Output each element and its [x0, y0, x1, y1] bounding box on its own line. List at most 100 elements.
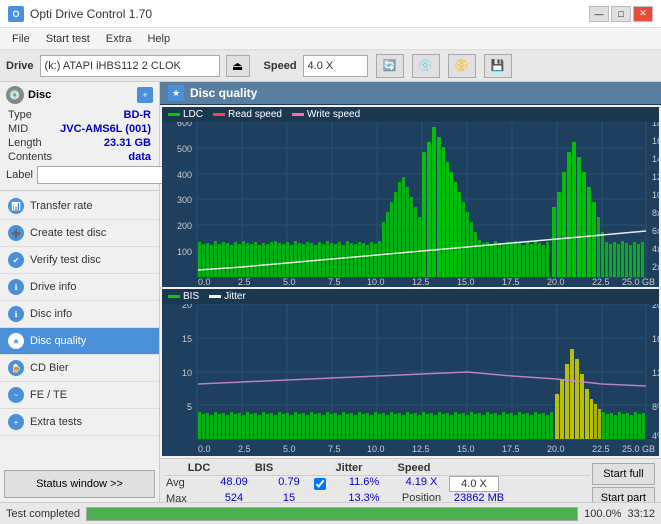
svg-text:17.5: 17.5	[502, 277, 520, 287]
progress-percent: 100.0%	[584, 508, 621, 520]
refresh-button[interactable]: 🔄	[376, 54, 404, 78]
svg-text:20.0: 20.0	[547, 277, 565, 287]
svg-text:8%: 8%	[652, 402, 659, 412]
svg-text:600: 600	[177, 122, 192, 128]
nav-create-test-disc[interactable]: ➕ Create test disc	[0, 220, 159, 247]
stats-ldc-header: LDC	[164, 461, 234, 475]
menubar: File Start test Extra Help	[0, 28, 661, 50]
nav-transfer-rate-label: Transfer rate	[30, 200, 93, 212]
save-button[interactable]: 💾	[484, 54, 512, 78]
svg-text:500: 500	[177, 144, 192, 154]
menu-file[interactable]: File	[4, 31, 38, 47]
legend-readspeed-dot	[213, 113, 225, 116]
svg-text:6x: 6x	[652, 226, 659, 236]
disc-info-icon: ℹ	[8, 306, 24, 322]
create-test-disc-icon: ➕	[8, 225, 24, 241]
svg-text:25.0 GB: 25.0 GB	[622, 444, 655, 454]
nav-fe-te-label: FE / TE	[30, 389, 67, 401]
legend-writespeed-text: Write speed	[307, 109, 360, 120]
nav-fe-te[interactable]: ~ FE / TE	[0, 382, 159, 409]
stats-jitter-header: Jitter	[314, 461, 384, 475]
nav-drive-info[interactable]: ℹ Drive info	[0, 274, 159, 301]
svg-text:4x: 4x	[652, 244, 659, 254]
svg-text:0.0: 0.0	[198, 444, 211, 454]
progress-bar	[86, 507, 578, 521]
disc-section-title: Disc	[28, 89, 51, 101]
fe-te-icon: ~	[8, 387, 24, 403]
minimize-button[interactable]: —	[589, 6, 609, 22]
start-full-button[interactable]: Start full	[592, 463, 655, 485]
maximize-button[interactable]: □	[611, 6, 631, 22]
disc-contents-row: Contents data	[6, 150, 153, 164]
nav-disc-quality[interactable]: ★ Disc quality	[0, 328, 159, 355]
stats-avg-row: Avg 48.09 0.79 11.6% 4.19 X 4.0 X	[164, 476, 590, 492]
progress-time: 33:12	[627, 508, 655, 520]
svg-text:12.5: 12.5	[412, 277, 430, 287]
svg-text:300: 300	[177, 195, 192, 205]
nav-cd-bier[interactable]: 🍺 CD Bier	[0, 355, 159, 382]
disc-type-label: Type	[8, 109, 32, 121]
disc-btn1[interactable]: 💿	[412, 54, 440, 78]
speed-selector[interactable]: 4.0 X	[303, 55, 368, 77]
disc-label-label: Label	[6, 169, 33, 181]
drivebar: Drive (k:) ATAPI iHBS112 2 CLOK ⏏ Speed …	[0, 50, 661, 82]
legend-jitter-text: Jitter	[224, 291, 246, 302]
svg-text:12%: 12%	[652, 368, 659, 378]
legend-jitter: Jitter	[209, 291, 246, 302]
stats-max-bis: 15	[264, 492, 314, 502]
nav-transfer-rate[interactable]: 📊 Transfer rate	[0, 193, 159, 220]
svg-text:10: 10	[182, 368, 192, 378]
svg-text:0.0: 0.0	[198, 277, 211, 287]
legend-ldc-dot	[168, 113, 180, 116]
charts-container: LDC Read speed Write speed	[160, 105, 661, 458]
stats-max-ldc: 524	[204, 492, 264, 502]
transfer-rate-icon: 📊	[8, 198, 24, 214]
svg-text:100: 100	[177, 247, 192, 257]
svg-text:22.5: 22.5	[592, 277, 610, 287]
svg-text:2x: 2x	[652, 262, 659, 272]
disc-label-input[interactable]	[37, 166, 175, 184]
content-title: Disc quality	[190, 86, 257, 100]
jitter-checkbox-area	[314, 476, 334, 492]
drive-info-icon: ℹ	[8, 279, 24, 295]
stats-max-row: Max 524 15 13.3% Position 23862 MB	[164, 492, 590, 502]
nav-extra-tests-label: Extra tests	[30, 416, 82, 428]
drive-selector[interactable]: (k:) ATAPI iHBS112 2 CLOK	[40, 55, 220, 77]
chart-top-legend: LDC Read speed Write speed	[162, 107, 659, 122]
cd-bier-icon: 🍺	[8, 360, 24, 376]
disc-length-row: Length 23.31 GB	[6, 136, 153, 150]
nav-disc-info[interactable]: ℹ Disc info	[0, 301, 159, 328]
nav-disc-quality-label: Disc quality	[30, 335, 86, 347]
chart-top-panel: LDC Read speed Write speed	[162, 107, 659, 287]
chart-bottom-legend: BIS Jitter	[162, 289, 659, 304]
nav-extra-tests[interactable]: + Extra tests	[0, 409, 159, 436]
stats-avg-speed2[interactable]: 4.0 X	[449, 476, 499, 492]
jitter-checkbox[interactable]	[314, 478, 326, 490]
svg-text:15.0: 15.0	[457, 277, 475, 287]
close-button[interactable]: ✕	[633, 6, 653, 22]
legend-readspeed: Read speed	[213, 109, 282, 120]
legend-ldc: LDC	[168, 109, 203, 120]
start-part-button[interactable]: Start part	[592, 487, 655, 502]
status-window-button[interactable]: Status window >>	[4, 470, 155, 498]
nav-verify-test-disc[interactable]: ✔ Verify test disc	[0, 247, 159, 274]
disc-type-value: BD-R	[124, 109, 152, 121]
svg-text:14x: 14x	[652, 154, 659, 164]
svg-text:5.0: 5.0	[283, 444, 296, 454]
legend-ldc-text: LDC	[183, 109, 203, 120]
disc-btn2[interactable]: 📀	[448, 54, 476, 78]
menu-starttest[interactable]: Start test	[38, 31, 98, 47]
drive-value: (k:) ATAPI iHBS112 2 CLOK	[45, 60, 181, 72]
titlebar: O Opti Drive Control 1.70 — □ ✕	[0, 0, 661, 28]
chart-bottom-panel: BIS Jitter	[162, 289, 659, 456]
stats-avg-ldc: 48.09	[204, 476, 264, 492]
stats-table: LDC BIS Jitter Speed Avg 48.09 0.79 11.6	[164, 461, 590, 502]
menu-extra[interactable]: Extra	[98, 31, 140, 47]
svg-text:15: 15	[182, 334, 192, 344]
svg-text:20: 20	[182, 304, 192, 310]
svg-text:2.5: 2.5	[238, 444, 251, 454]
disc-type-row: Type BD-R	[6, 108, 153, 122]
eject-button[interactable]: ⏏	[226, 55, 250, 77]
menu-help[interactable]: Help	[139, 31, 178, 47]
legend-bis: BIS	[168, 291, 199, 302]
